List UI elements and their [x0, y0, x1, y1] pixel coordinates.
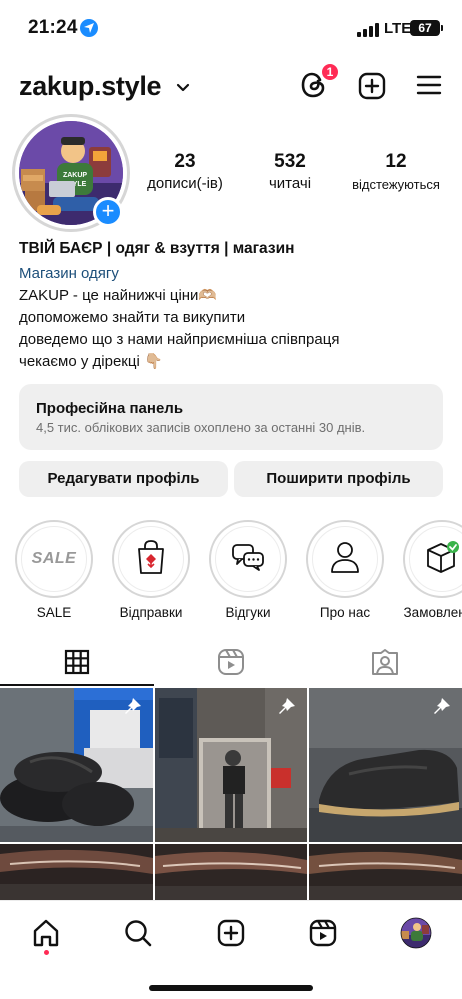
bottom-navigation [0, 900, 462, 999]
highlight-reviews[interactable]: Відгуки [209, 520, 287, 620]
search-icon[interactable] [120, 915, 156, 951]
reels-icon [217, 648, 245, 681]
tab-reels[interactable] [154, 642, 308, 686]
tagged-icon [371, 648, 399, 681]
active-tab-indicator [0, 684, 154, 686]
notification-badge: 1 [320, 62, 340, 82]
tab-posts-grid[interactable] [0, 642, 154, 686]
pin-icon [123, 696, 143, 721]
bio-line: доведемо що з нами найприємніша співпрац… [19, 331, 340, 348]
following-count: 12 [385, 151, 407, 172]
create-icon[interactable] [213, 915, 249, 951]
shopping-bag-icon [134, 539, 168, 580]
chevron-down-icon[interactable] [176, 80, 190, 98]
profile-avatar[interactable] [398, 915, 434, 951]
grid-post[interactable] [309, 688, 462, 842]
grid-post[interactable] [155, 688, 307, 842]
posts-count: 23 [174, 151, 196, 172]
bio-line: чекаємо у дірекці 👇🏼 [19, 353, 163, 370]
username-switcher[interactable]: zakup.style [19, 71, 162, 102]
highlight-label: Про нас [319, 605, 371, 620]
highlight-label: Відгуки [225, 605, 271, 620]
home-activity-dot [44, 950, 49, 955]
chat-bubbles-icon [231, 542, 265, 577]
package-check-icon [424, 540, 460, 579]
tab-tagged[interactable] [308, 642, 462, 686]
posts-label: дописи(-ів) [147, 175, 223, 192]
plus-square-icon[interactable] [358, 72, 386, 105]
battery-icon: 67 [410, 20, 440, 36]
grid-post[interactable] [309, 844, 462, 900]
bio-line: допоможемо знайти та викупити [19, 309, 246, 326]
dashboard-subtitle: 4,5 тис. облікових записів охоплено за о… [36, 420, 366, 435]
highlight-about-us[interactable]: Про нас [306, 520, 384, 620]
status-time: 21:24 [28, 17, 78, 38]
grid-post[interactable] [0, 844, 153, 900]
highlight-orders[interactable]: Замовлення [403, 520, 462, 620]
sale-text-icon: SALE [31, 550, 77, 567]
share-profile-button[interactable]: Поширити профіль [234, 461, 443, 497]
reels-icon[interactable] [305, 915, 341, 951]
home-icon[interactable] [28, 915, 64, 951]
profile-name: ТВІЙ БАЄР | одяг & взуття | магазин [19, 240, 295, 257]
grid-post[interactable] [0, 688, 153, 842]
profile-tabs [0, 642, 462, 686]
professional-dashboard[interactable]: Професійна панель 4,5 тис. облікових зап… [19, 384, 443, 450]
pin-icon [432, 696, 452, 721]
dashboard-title: Професійна панель [36, 400, 184, 417]
following-label: відстежуються [352, 177, 440, 192]
highlight-label: Відправки [119, 605, 183, 620]
status-bar: 21:24 LTE 67 [0, 0, 462, 58]
grid-icon [64, 649, 90, 680]
add-story-button[interactable]: + [93, 197, 123, 227]
menu-icon[interactable] [416, 74, 442, 101]
followers-count: 532 [274, 151, 306, 172]
edit-profile-button[interactable]: Редагувати профіль [19, 461, 228, 497]
highlight-label: Замовлення [403, 605, 462, 620]
posts-stat[interactable]: 23 дописи(-ів) [140, 151, 230, 192]
network-type: LTE [384, 20, 412, 37]
grid-post[interactable] [155, 844, 307, 900]
person-icon [329, 540, 361, 579]
signal-icon [357, 23, 381, 37]
location-arrow-icon [80, 19, 98, 37]
highlight-shipments[interactable]: Відправки [112, 520, 190, 620]
battery-cap [441, 25, 443, 31]
home-indicator [149, 985, 313, 991]
profile-bio: ТВІЙ БАЄР | одяг & взуття | магазин Мага… [19, 239, 449, 373]
pin-icon [277, 696, 297, 721]
highlight-sale[interactable]: SALE SALE [15, 520, 93, 620]
following-stat[interactable]: 12 відстежуються [345, 151, 447, 192]
bio-line: ZAKUP - це найнижчі ціни🫶🏼 [19, 287, 218, 304]
followers-label: читачі [268, 175, 312, 192]
highlight-label: SALE [36, 605, 72, 620]
profile-header: zakup.style 1 [0, 62, 462, 112]
avatar-text-1: ZAKUP [63, 172, 87, 179]
profile-category[interactable]: Магазин одягу [19, 262, 449, 285]
followers-stat[interactable]: 532 читачі [247, 151, 333, 192]
